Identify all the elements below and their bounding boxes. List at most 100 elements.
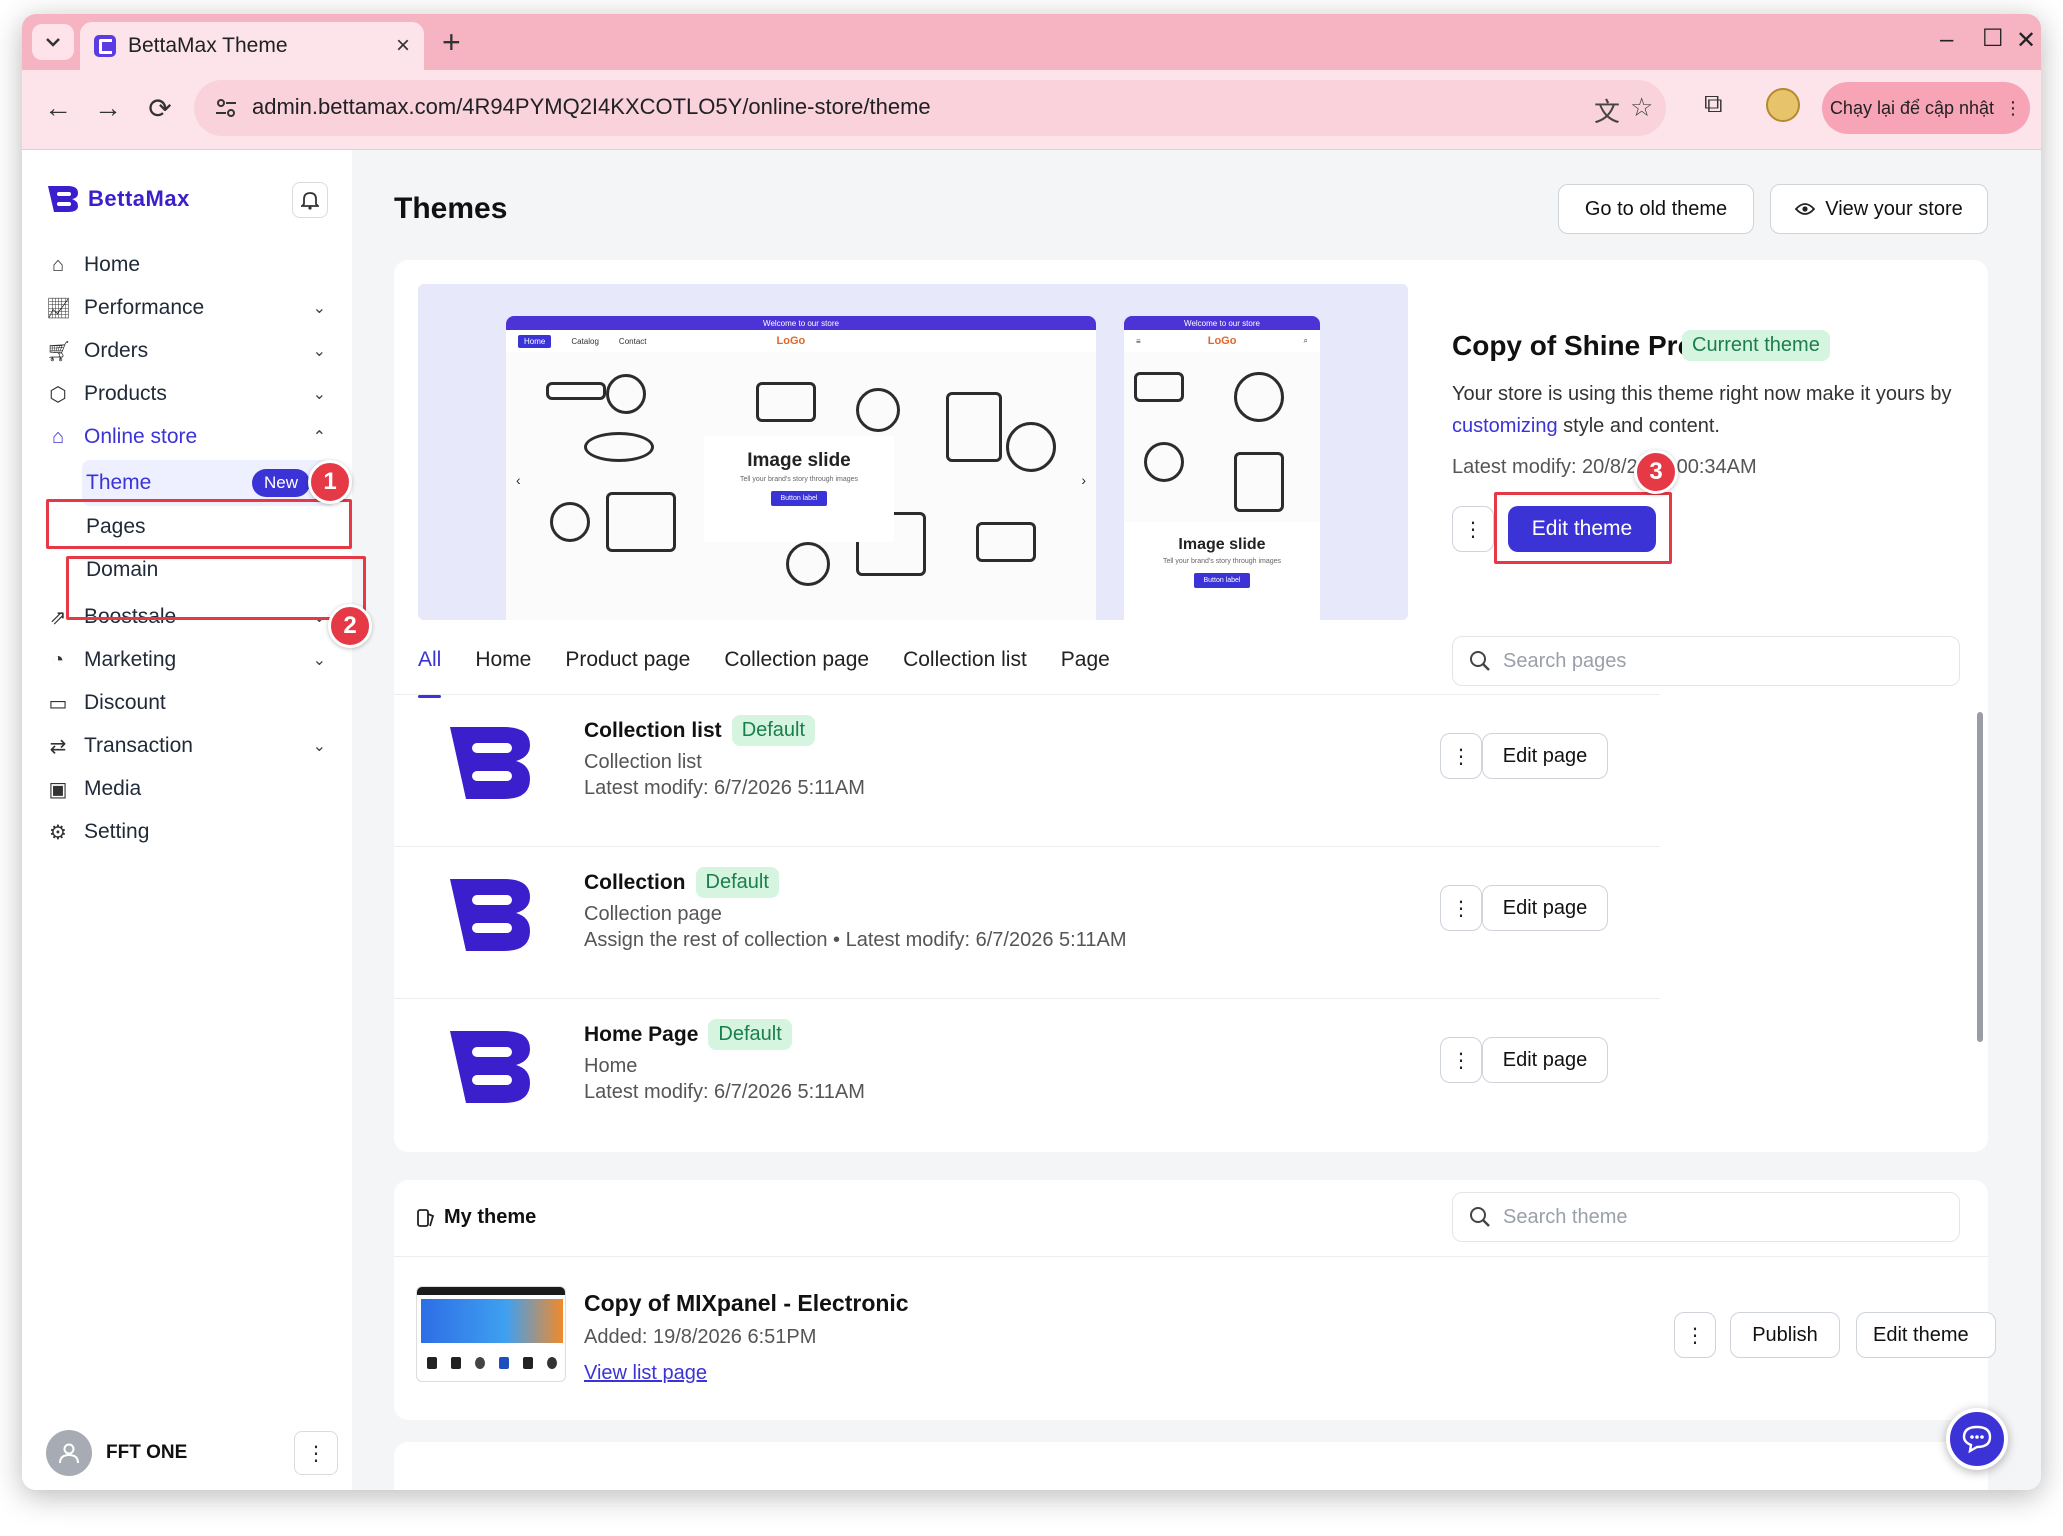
edit-page-button[interactable]: Edit page (1482, 733, 1608, 779)
page-row: Home Page Default Home Latest modify: 6/… (394, 998, 1660, 1150)
maximize-icon[interactable]: ☐ (1982, 24, 2004, 53)
my-theme-more-button[interactable]: ⋮ (1674, 1312, 1716, 1358)
tab-search-button[interactable] (32, 24, 74, 60)
bettamax-logo-icon (450, 1031, 530, 1103)
page-title-line: Collection list Default (584, 715, 816, 746)
page-name: Home Page (584, 1022, 699, 1046)
film-camera-sketch (606, 492, 676, 552)
tab-page[interactable]: Page (1061, 640, 1110, 690)
sidebar-item-performance[interactable]: 📈︎ Performance ⌄ (46, 285, 336, 331)
step-marker-2: 2 (328, 604, 372, 648)
page-more-button[interactable]: ⋮ (1440, 733, 1482, 779)
more-vertical-icon: ⋮ (1451, 1049, 1471, 1072)
tab-collection-list[interactable]: Collection list (903, 640, 1027, 690)
sidebar-item-orders[interactable]: 🛒︎ Orders ⌄ (46, 328, 336, 374)
compass-sketch (786, 542, 830, 586)
sidebar-item-transaction[interactable]: ⇄ Transaction ⌄ (46, 723, 336, 769)
notebook-sketch (1234, 452, 1284, 512)
sidebar-item-label: Orders (84, 339, 149, 362)
tab-product-page[interactable]: Product page (565, 640, 690, 690)
back-icon[interactable]: ← (40, 92, 76, 124)
user-menu-button[interactable]: ⋮ (294, 1431, 338, 1475)
sidebar-item-discount[interactable]: ▭ Discount (46, 680, 336, 726)
chevron-down-icon: ⌄ (312, 343, 326, 360)
new-tab-button[interactable]: + (442, 24, 461, 60)
browser-toolbar: ← → ⟳ admin.bettamax.com/4R94PYMQ2I4KXCO… (22, 70, 2041, 150)
ticket-icon: ▭ (48, 692, 68, 715)
forward-icon[interactable]: → (90, 92, 126, 124)
page-name: Collection (584, 870, 686, 894)
search-pages-input[interactable] (1503, 649, 1833, 673)
image-slide-box: Image slide Tell your brand's story thro… (704, 436, 894, 542)
profile-avatar[interactable] (1766, 88, 1800, 122)
button-label: View your store (1825, 197, 1963, 220)
chevron-down-icon: ⌄ (312, 300, 326, 317)
chevron-down-icon: ⌄ (312, 386, 326, 403)
button-label: Edit page (1502, 744, 1588, 767)
my-theme-heading-text: My theme (444, 1206, 537, 1228)
sidebar-item-online-store[interactable]: ⌂ Online store ⌃ (46, 414, 336, 460)
camera-sketch (756, 382, 816, 422)
tab-home[interactable]: Home (475, 640, 531, 690)
page-type-tabs: All Home Product page Collection page Co… (418, 640, 1110, 698)
brand-logo[interactable]: BettaMax (46, 184, 190, 214)
description-text: style and content. (1557, 415, 1720, 437)
update-button[interactable]: Chạy lại để cập nhật ⋮ (1822, 82, 2030, 134)
theme-more-button[interactable]: ⋮ (1452, 506, 1494, 552)
bell-icon (301, 192, 319, 210)
cart-icon: 🛒︎ (46, 340, 72, 363)
tab-all[interactable]: All (418, 640, 442, 698)
chart-icon: 📈︎ (46, 297, 72, 320)
site-settings-icon[interactable] (212, 94, 240, 122)
avatar[interactable] (46, 1430, 92, 1476)
thumbnail-products (427, 1357, 557, 1371)
tab-collection-page[interactable]: Collection page (724, 640, 869, 690)
page-more-button[interactable]: ⋮ (1440, 1037, 1482, 1083)
go-to-old-theme-button[interactable]: Go to old theme (1558, 184, 1754, 234)
sidebar-item-marketing[interactable]: ◔ Marketing ⌄ (46, 637, 336, 683)
chat-support-button[interactable] (1946, 1408, 2008, 1470)
edit-page-button[interactable]: Edit page (1482, 885, 1608, 931)
sidebar-item-media[interactable]: ▣ Media (46, 766, 336, 812)
minimize-icon[interactable]: – (1940, 26, 1953, 54)
button-label: Edit page (1502, 1048, 1588, 1071)
strap-sketch (546, 382, 606, 400)
marketing-icon: ◔ (51, 648, 65, 671)
view-store-button[interactable]: View your store (1770, 184, 1988, 234)
view-list-page-link[interactable]: View list page (584, 1362, 707, 1385)
browser-tab[interactable]: BettaMax Theme × (80, 22, 424, 70)
sidebar-item-products[interactable]: ⬡ Products ⌄ (46, 371, 336, 417)
button-label: Go to old theme (1584, 197, 1728, 220)
extensions-icon[interactable]: ⧉ (1704, 88, 1723, 120)
bettamax-favicon-icon (94, 35, 116, 57)
home-icon: ⌂ (51, 253, 65, 276)
address-bar[interactable]: admin.bettamax.com/4R94PYMQ2I4KXCOTLO5Y/… (194, 80, 1666, 136)
more-vertical-icon: ⋮ (1685, 1324, 1705, 1347)
customizing-link[interactable]: customizing (1452, 415, 1558, 437)
translate-icon[interactable]: ⽂ (1594, 92, 1620, 129)
notifications-button[interactable] (292, 182, 328, 218)
scrollbar-thumb[interactable] (1977, 712, 1983, 1042)
product-dot (451, 1357, 461, 1369)
publish-button[interactable]: Publish (1730, 1312, 1840, 1358)
chevron-down-icon: ⌄ (312, 738, 326, 755)
close-window-icon[interactable]: ✕ (2016, 26, 2036, 55)
description-text: Your store is using this theme right now… (1452, 383, 1952, 405)
edit-page-button[interactable]: Edit page (1482, 1037, 1608, 1083)
more-vertical-icon: ⋮ (1463, 518, 1483, 541)
page-name: Collection list (584, 718, 722, 742)
tab-strip: BettaMax Theme × + – ☐ ✕ (22, 14, 2041, 70)
search-theme-input[interactable] (1503, 1205, 1833, 1229)
default-badge: Default (731, 715, 816, 746)
bookmark-star-icon[interactable]: ☆ (1630, 92, 1653, 123)
camera-sketch (1134, 372, 1184, 402)
sidebar-item-label: Online store (84, 425, 198, 448)
edit-my-theme-button[interactable]: Edit theme (1856, 1312, 1996, 1358)
close-icon[interactable]: × (396, 32, 410, 60)
sidebar-item-home[interactable]: ⌂ Home (46, 242, 336, 288)
product-dot (427, 1357, 437, 1369)
sidebar-item-setting[interactable]: ⚙ Setting (46, 809, 336, 855)
reload-icon[interactable]: ⟳ (142, 92, 178, 125)
media-icon: ▣ (48, 778, 68, 801)
page-more-button[interactable]: ⋮ (1440, 885, 1482, 931)
